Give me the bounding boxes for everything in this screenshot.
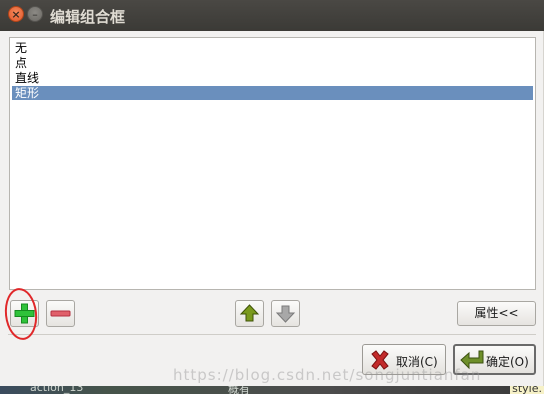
minus-icon: [50, 310, 71, 317]
separator: [8, 334, 536, 335]
move-up-button[interactable]: [235, 300, 264, 327]
window-minimize-button[interactable]: –: [27, 6, 43, 22]
window-title: 编辑组合框: [50, 8, 126, 26]
properties-toggle-button[interactable]: 属性<<: [457, 301, 536, 326]
background-text: style.: [510, 386, 544, 394]
background-text: action_13: [30, 386, 84, 394]
title-bar[interactable]: × – 编辑组合框: [0, 0, 544, 31]
background-text: 概有: [228, 386, 250, 394]
list-item[interactable]: 直线: [12, 71, 533, 85]
window-close-button[interactable]: ×: [8, 6, 24, 22]
remove-item-button[interactable]: [46, 300, 75, 327]
arrow-up-icon: [239, 304, 260, 322]
list-item-selected[interactable]: 矩形: [12, 86, 533, 100]
ok-label: 确定(O): [486, 355, 529, 369]
background-window-strip: action_13 概有 style.: [0, 386, 544, 394]
arrow-down-icon: [275, 305, 296, 323]
list-item[interactable]: 无: [12, 41, 533, 55]
move-down-button[interactable]: [271, 300, 300, 327]
watermark: https://blog.csdn.net/songjuntianfan: [173, 366, 482, 384]
list-item[interactable]: 点: [12, 56, 533, 70]
item-list[interactable]: 无 点 直线 矩形: [9, 37, 536, 290]
